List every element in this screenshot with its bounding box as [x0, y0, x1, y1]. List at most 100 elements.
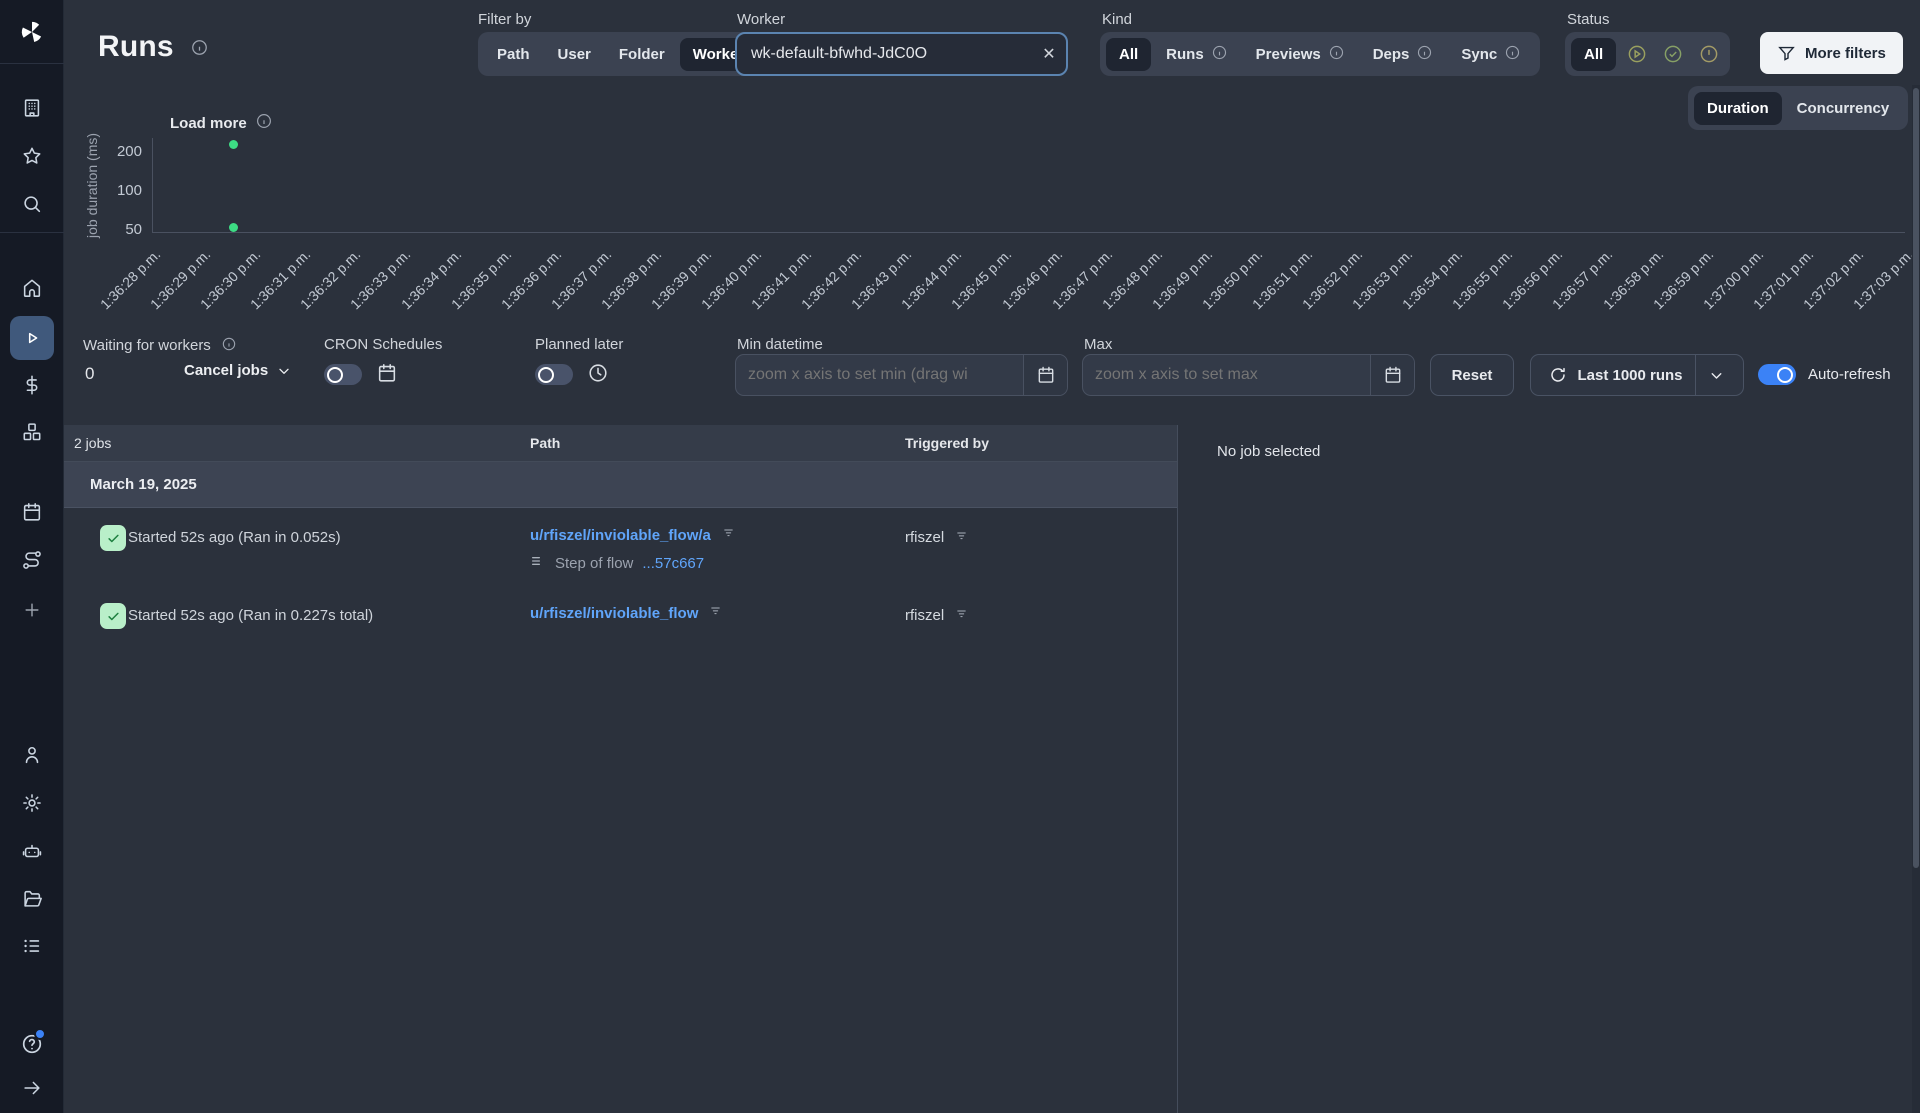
min-calendar-icon[interactable] [1023, 355, 1067, 395]
run-path-link[interactable]: u/rfiszel/inviolable_flow/a [530, 527, 711, 544]
cron-calendar-icon[interactable] [376, 362, 398, 389]
runs-play-icon[interactable] [9, 316, 54, 360]
path-column-header: Path [530, 435, 561, 451]
auto-refresh: Auto-refresh [1758, 364, 1891, 385]
user-icon[interactable] [10, 733, 54, 777]
failure-status-icon[interactable] [1694, 39, 1724, 69]
x-tick-label: 1:36:37 p.m. [547, 246, 615, 313]
min-datetime-input-wrap [735, 354, 1068, 396]
x-tick-label: 1:36:52 p.m. [1299, 246, 1366, 313]
reset-button[interactable]: Reset [1430, 354, 1514, 396]
folders-icon[interactable] [10, 877, 54, 921]
x-tick-label: 1:36:59 p.m. [1649, 246, 1716, 313]
audit-list-icon[interactable] [10, 924, 54, 968]
x-tick-label: 1:36:53 p.m. [1349, 246, 1416, 313]
x-tick-label: 1:36:30 p.m. [197, 246, 264, 313]
filter-by-folder[interactable]: Folder [606, 38, 678, 71]
variables-dollar-icon[interactable] [10, 363, 54, 407]
filter-by-path[interactable]: Path [484, 38, 543, 71]
help-icon[interactable] [10, 1022, 54, 1066]
kind-deps[interactable]: Deps [1360, 36, 1447, 73]
waiting-workers-value: 0 [85, 364, 95, 383]
cron-toggle[interactable] [324, 364, 362, 385]
toggle-concurrency[interactable]: Concurrency [1784, 92, 1903, 125]
refresh-icon [1551, 367, 1566, 382]
x-tick-label: 1:36:51 p.m. [1248, 246, 1316, 313]
run-path-link[interactable]: u/rfiszel/inviolable_flow [530, 605, 698, 622]
triggers-route-icon[interactable] [10, 538, 54, 582]
kind-deps-info-icon [1416, 44, 1433, 65]
home-icon[interactable] [10, 266, 54, 310]
filter-by-user[interactable]: User [545, 38, 604, 71]
worker-input-wrap: ✕ [735, 32, 1068, 76]
workers-robot-icon[interactable] [10, 829, 54, 873]
title-info-icon[interactable] [190, 31, 209, 65]
planned-toggle[interactable] [535, 364, 573, 385]
run-data-point[interactable] [228, 140, 238, 150]
kind-sync[interactable]: Sync [1448, 36, 1534, 73]
favorites-star-icon[interactable] [10, 134, 54, 178]
clear-worker-icon[interactable]: ✕ [1032, 44, 1066, 64]
last-runs-button[interactable]: Last 1000 runs [1530, 354, 1744, 396]
triggered-by-value: rfiszel [905, 607, 945, 624]
add-plus-icon[interactable] [10, 588, 54, 632]
planned-clock-icon[interactable] [587, 362, 609, 389]
running-status-icon[interactable] [1622, 39, 1652, 69]
workspace-building-icon[interactable] [10, 86, 54, 130]
max-datetime-label: Max [1084, 336, 1113, 353]
job-detail-panel: No job selected [1179, 425, 1920, 1113]
x-tick-label: 1:36:34 p.m. [397, 246, 464, 313]
button-divider [1694, 355, 1696, 395]
auto-refresh-label: Auto-refresh [1808, 366, 1891, 383]
worker-input[interactable] [737, 45, 1032, 63]
kind-previews-info-icon [1328, 44, 1345, 65]
search-icon[interactable] [10, 182, 54, 226]
kind-runs[interactable]: Runs [1153, 36, 1241, 73]
x-tick-label: 1:36:57 p.m. [1549, 246, 1616, 313]
table-row[interactable]: Started 52s ago (Ran in 0.227s total) u/… [64, 586, 1177, 642]
status-all[interactable]: All [1571, 37, 1617, 71]
filter-by-path-icon[interactable] [708, 603, 723, 623]
date-group-row: March 19, 2025 [64, 462, 1177, 508]
funnel-icon [1778, 46, 1795, 61]
flow-run-link[interactable]: ...57c667 [642, 555, 704, 572]
filter-by-path-icon[interactable] [721, 525, 736, 545]
success-check-icon [100, 603, 126, 629]
max-calendar-icon[interactable] [1370, 355, 1414, 395]
scrollbar[interactable] [1912, 85, 1920, 1113]
cancel-jobs-button[interactable]: Cancel jobs [184, 362, 292, 379]
table-row[interactable]: Started 52s ago (Ran in 0.052s) u/rfisze… [64, 508, 1177, 586]
triggered-by-value: rfiszel [905, 529, 945, 546]
cron-schedules-label: CRON Schedules [324, 336, 443, 353]
run-summary: Started 52s ago (Ran in 0.227s total) [128, 607, 374, 624]
x-tick-label: 1:36:55 p.m. [1449, 246, 1516, 313]
planned-later-label: Planned later [535, 336, 624, 353]
x-tick-label: 1:36:44 p.m. [898, 246, 965, 313]
y-tick-label: 50 [125, 221, 142, 238]
windmill-logo[interactable] [0, 0, 64, 64]
toggle-duration[interactable]: Duration [1694, 91, 1782, 125]
load-more-button[interactable]: Load more [170, 112, 273, 134]
success-status-icon[interactable] [1658, 39, 1688, 69]
kind-label: Kind [1102, 11, 1133, 28]
sidebar [0, 0, 64, 1113]
x-tick-label: 1:36:39 p.m. [647, 246, 715, 313]
auto-refresh-toggle[interactable] [1758, 364, 1796, 385]
min-datetime-input[interactable] [736, 366, 1023, 384]
settings-gear-icon[interactable] [10, 781, 54, 825]
filter-by-user-icon[interactable] [954, 606, 969, 625]
resources-cubes-icon[interactable] [10, 410, 54, 454]
kind-previews[interactable]: Previews [1243, 36, 1358, 73]
filter-by-user-icon[interactable] [954, 528, 969, 547]
schedules-calendar-icon[interactable] [10, 490, 54, 534]
sidebar-divider [0, 232, 64, 233]
run-data-point[interactable] [228, 223, 238, 233]
scrollbar-thumb[interactable] [1913, 88, 1919, 868]
x-tick-label: 1:36:46 p.m. [998, 246, 1065, 313]
collapse-arrow-icon[interactable] [10, 1066, 54, 1110]
more-filters-button[interactable]: More filters [1760, 32, 1903, 74]
max-datetime-input[interactable] [1083, 366, 1370, 384]
x-tick-label: 1:36:48 p.m. [1098, 246, 1166, 313]
kind-all[interactable]: All [1106, 37, 1152, 71]
x-tick-label: 1:36:41 p.m. [748, 246, 815, 313]
